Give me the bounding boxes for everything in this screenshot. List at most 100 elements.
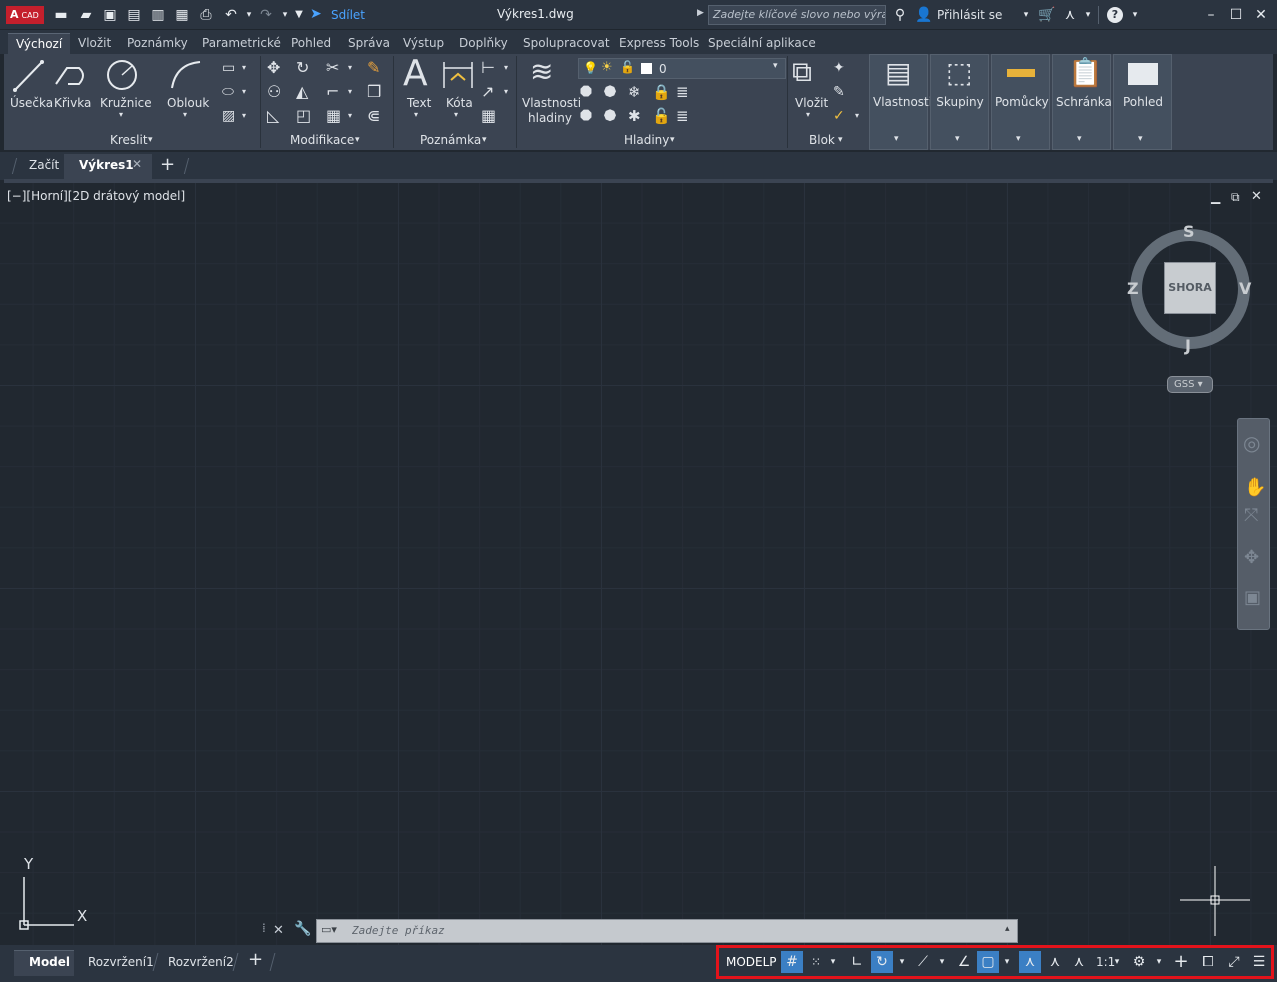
layout-tab-model[interactable]: Model xyxy=(29,955,70,969)
layer-dropdown-arrow-icon[interactable]: ▾ xyxy=(773,61,778,71)
layer-lock-tool-icon[interactable]: 🔒 xyxy=(652,85,671,100)
search-icon[interactable]: ⚲ xyxy=(891,6,909,24)
orbit-icon[interactable]: ✥ xyxy=(1244,549,1259,567)
dimension-button-label[interactable]: Kóta xyxy=(446,96,473,110)
edit-block-icon[interactable]: ✎ xyxy=(833,85,845,99)
command-line-close-icon[interactable]: ✕ xyxy=(273,923,284,938)
block-panel-dropdown-icon[interactable]: ▾ xyxy=(838,136,843,145)
annotation-panel-dropdown-icon[interactable]: ▾ xyxy=(482,136,487,145)
mirror-icon[interactable]: ◭ xyxy=(296,84,308,100)
close-tab-icon[interactable]: ✕ xyxy=(132,157,142,171)
help-dropdown-icon[interactable]: ▾ xyxy=(1126,6,1144,24)
array-dropdown-icon[interactable]: ▾ xyxy=(348,112,352,120)
object-snap-icon[interactable]: ▢ xyxy=(977,951,999,973)
table-icon[interactable]: ▦ xyxy=(481,108,496,124)
layer-unisolate-icon[interactable]: ⯄ xyxy=(604,109,616,124)
polyline-button-label[interactable]: Křivka xyxy=(54,96,91,110)
viewport-minimize-icon[interactable]: ▁ xyxy=(1211,190,1220,204)
compass-west[interactable]: Z xyxy=(1127,279,1139,298)
layout-tab-1[interactable]: Rozvržení1 xyxy=(88,955,154,969)
annotation-visibility-icon[interactable]: ⋏ xyxy=(1019,951,1041,973)
layers-panel-label[interactable]: Hladiny xyxy=(624,133,669,147)
copy-icon[interactable]: ⚇ xyxy=(267,84,281,100)
layer-off-icon[interactable]: ⯃ xyxy=(580,85,592,100)
layer-on-icon[interactable]: 💡 xyxy=(583,61,598,75)
line-button-label[interactable]: Úsečka xyxy=(10,96,53,110)
search-expand-icon[interactable]: ▶ xyxy=(697,8,704,18)
command-line-input[interactable]: ▭▾ Zadejte příkaz ▴ xyxy=(316,919,1018,943)
layer-match-icon[interactable]: ≣ xyxy=(676,85,689,100)
view-group-button[interactable]: Pohled ▾ xyxy=(1113,54,1172,150)
minimize-icon[interactable]: – xyxy=(1202,6,1220,24)
layer-isolate-icon[interactable]: ⯄ xyxy=(604,85,616,100)
undo-dropdown-icon[interactable]: ▾ xyxy=(240,6,258,24)
move-icon[interactable]: ✥ xyxy=(267,60,280,76)
viewport-close-icon[interactable]: ✕ xyxy=(1251,189,1262,204)
circle-icon[interactable] xyxy=(105,58,139,92)
leader-icon[interactable]: ↗ xyxy=(481,84,494,100)
create-block-icon[interactable]: ✦ xyxy=(833,61,845,75)
circle-button-label[interactable]: Kružnice xyxy=(100,96,152,110)
drawing-canvas[interactable] xyxy=(0,183,1277,945)
new-tab-icon[interactable]: + xyxy=(160,154,175,175)
signin-button[interactable]: Přihlásit se xyxy=(937,8,1002,22)
plot-icon[interactable]: ⎙ xyxy=(197,6,215,24)
insert-block-icon[interactable]: ⧉ xyxy=(792,58,812,86)
save-as-icon[interactable]: ▤ xyxy=(125,6,143,24)
command-line-grip-icon[interactable]: ⁞ xyxy=(262,921,266,935)
maximize-icon[interactable]: ☐ xyxy=(1227,6,1245,24)
auto-scale-icon[interactable]: ⋏ xyxy=(1044,951,1066,973)
ellipse-dropdown-icon[interactable]: ▾ xyxy=(242,88,246,96)
text-icon[interactable]: A xyxy=(403,56,428,92)
modify-panel-dropdown-icon[interactable]: ▾ xyxy=(355,136,360,145)
tab-vlozit[interactable]: Vložit xyxy=(70,33,119,54)
annotation-scale-icon[interactable]: ⋏ xyxy=(1068,951,1090,973)
user-icon[interactable]: 👤 xyxy=(915,6,933,24)
autodesk-app-icon[interactable]: ⋏ xyxy=(1061,6,1079,24)
zoom-extents-icon[interactable]: ⤧ xyxy=(1244,507,1258,525)
workspace-gear-icon[interactable]: ⚙ xyxy=(1128,951,1150,973)
arc-dropdown-icon[interactable]: ▾ xyxy=(183,111,187,119)
tab-doplnky[interactable]: Doplňky xyxy=(451,33,516,54)
offset-icon[interactable]: ⋐ xyxy=(367,108,380,124)
rectangle-icon[interactable]: ▭ xyxy=(222,61,235,75)
open-web-icon[interactable]: ▥ xyxy=(149,6,167,24)
tab-vychozi[interactable]: Výchozí xyxy=(8,33,71,54)
file-tab-start[interactable]: Začít xyxy=(29,158,59,172)
object-snap-tracking-icon[interactable]: ∠ xyxy=(953,951,975,973)
layers-panel-dropdown-icon[interactable]: ▾ xyxy=(670,136,675,145)
viewcube-top-face[interactable]: SHORA xyxy=(1164,262,1216,314)
clipboard-group-button[interactable]: 📋 Schránka ▾ xyxy=(1052,54,1112,150)
help-icon[interactable]: ? xyxy=(1107,7,1123,23)
modify-panel-label[interactable]: Modifikace xyxy=(290,133,354,147)
tab-specialni-aplikace[interactable]: Speciální aplikace xyxy=(700,33,824,54)
layer-properties-label-1[interactable]: Vlastnosti xyxy=(522,96,581,110)
tab-express-tools[interactable]: Express Tools xyxy=(611,33,707,54)
insert-dropdown-icon[interactable]: ▾ xyxy=(806,111,810,119)
app-logo[interactable]: A CAD xyxy=(6,6,44,24)
annotation-monitor-icon[interactable]: + xyxy=(1170,951,1192,973)
groups-group-button[interactable]: ⬚ Skupiny ▾ xyxy=(930,54,989,150)
layer-on-tool-icon[interactable]: ⯃ xyxy=(580,109,592,124)
tab-spolupracovat[interactable]: Spolupracovat xyxy=(515,33,618,54)
circle-dropdown-icon[interactable]: ▾ xyxy=(119,111,123,119)
properties-group-button[interactable]: ▤ Vlastnosti ▾ xyxy=(869,54,932,150)
grid-display-icon[interactable]: # xyxy=(781,951,803,973)
command-history-icon[interactable]: ▴ xyxy=(1005,924,1010,934)
dimension-icon[interactable] xyxy=(441,58,475,92)
app-dropdown-icon[interactable]: ▾ xyxy=(1079,6,1097,24)
layout-tab-2[interactable]: Rozvržení2 xyxy=(168,955,234,969)
layer-unlock-tool-icon[interactable]: 🔓 xyxy=(652,109,671,124)
layer-freeze-icon[interactable]: ❄ xyxy=(628,85,641,100)
scale-dropdown-icon[interactable]: ▾ xyxy=(1110,951,1124,973)
trim-dropdown-icon[interactable]: ▾ xyxy=(348,64,352,72)
steering-wheel-icon[interactable]: ◎ xyxy=(1243,433,1260,453)
compass-north[interactable]: S xyxy=(1183,222,1195,241)
pan-icon[interactable]: ✋ xyxy=(1244,479,1266,497)
ortho-mode-icon[interactable]: ∟ xyxy=(846,951,868,973)
undo-icon[interactable]: ↶ xyxy=(222,6,240,24)
fillet-icon[interactable]: ⌐ xyxy=(326,84,339,100)
layer-thaw-icon[interactable]: ☀ xyxy=(601,60,613,75)
workspace-dropdown-icon[interactable]: ▾ xyxy=(1152,951,1166,973)
compass-south[interactable]: J xyxy=(1185,336,1191,355)
